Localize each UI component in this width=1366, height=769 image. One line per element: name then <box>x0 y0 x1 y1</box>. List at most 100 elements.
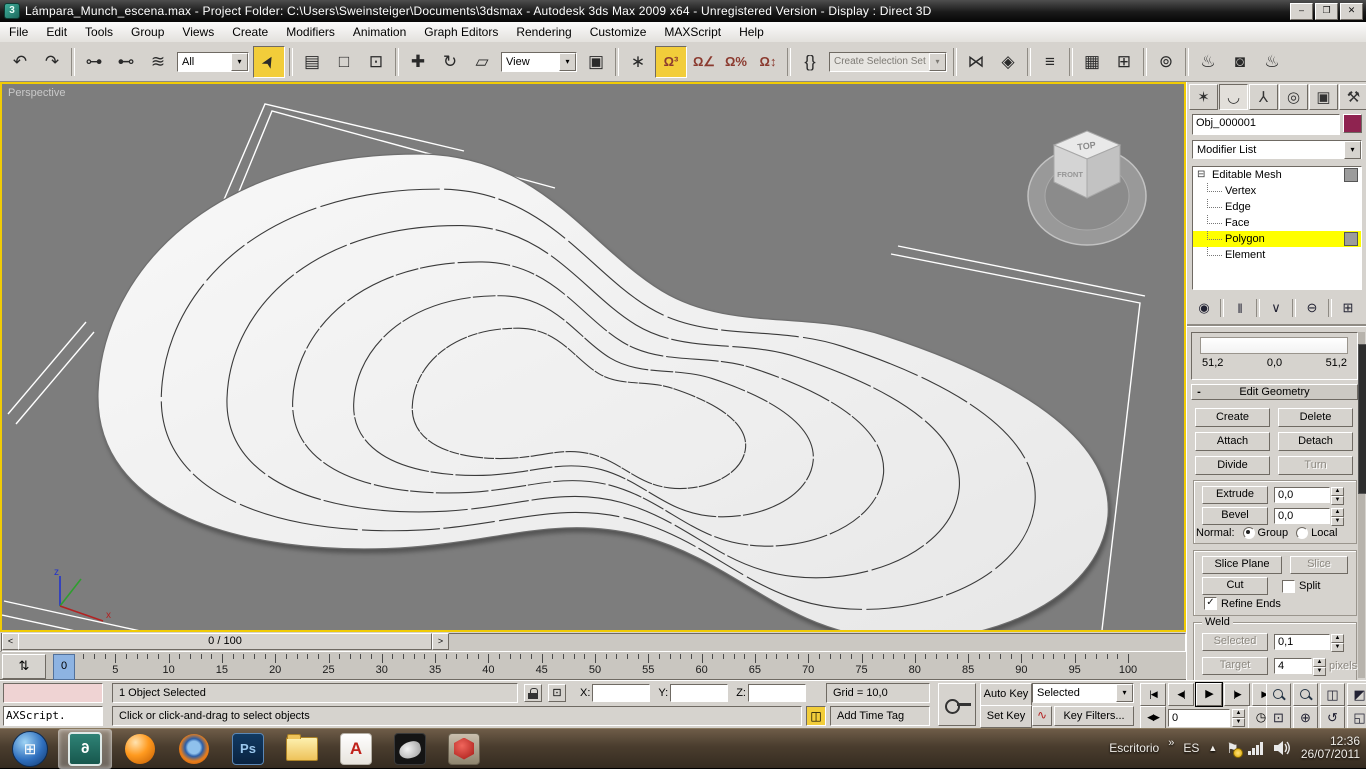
remove-modifier-icon[interactable]: ⊖ <box>1300 297 1324 319</box>
go-to-start-icon[interactable]: |◀ <box>1140 683 1166 706</box>
arc-rotate-icon[interactable]: ↺ <box>1320 706 1345 729</box>
time-slider-next-button[interactable]: > <box>432 633 449 650</box>
chevron-down-icon[interactable]: ▾ <box>1344 140 1361 159</box>
weld-threshold-field[interactable]: 0,1 <box>1274 634 1330 650</box>
tab-hierarchy-icon[interactable]: ⅄ <box>1249 84 1278 110</box>
play-icon[interactable]: ▶ <box>1195 682 1223 707</box>
weld-target-spinner[interactable]: ▲ ▼ <box>1313 658 1326 676</box>
object-name-field[interactable]: Obj_000001 <box>1192 114 1340 135</box>
stack-item-element[interactable]: Element <box>1193 246 1361 263</box>
weld-threshold-spinner[interactable]: ▲ ▼ <box>1331 634 1344 652</box>
taskbar-photoshop[interactable]: Ps <box>222 730 274 768</box>
collapse-icon[interactable]: - <box>1192 386 1206 398</box>
previous-frame-icon[interactable]: ◀| <box>1168 683 1194 706</box>
macro-recorder-box[interactable] <box>3 683 103 703</box>
create-button[interactable]: Create <box>1195 408 1270 427</box>
show-desktop-label[interactable]: Escritorio <box>1109 741 1159 755</box>
tab-modify-icon[interactable]: ◡ <box>1219 84 1248 110</box>
snap-toggle-3d-icon[interactable]: Ω³ <box>655 45 687 78</box>
stack-item-edge[interactable]: Edge <box>1193 198 1361 215</box>
extrude-spinner[interactable]: ▲ ▼ <box>1331 487 1344 505</box>
slice-plane-button[interactable]: Slice Plane <box>1202 556 1282 574</box>
select-object-icon[interactable]: ➤ <box>253 45 285 78</box>
zoom-all-icon[interactable] <box>1293 683 1318 706</box>
set-key-button[interactable]: Set Key <box>980 705 1032 728</box>
cut-button[interactable]: Cut <box>1202 577 1268 595</box>
menu-help[interactable]: Help <box>730 23 773 42</box>
language-indicator[interactable]: ES <box>1183 741 1199 755</box>
panel-scrollbar[interactable] <box>1358 332 1366 678</box>
split-checkbox[interactable] <box>1282 579 1295 593</box>
taskbar-gom-player[interactable] <box>114 730 166 768</box>
spinner-snap-icon[interactable]: Ω↕ <box>753 47 783 77</box>
bevel-value-field[interactable]: 0,0 <box>1274 508 1330 524</box>
rendered-frame-window-icon[interactable]: ◙ <box>1225 47 1255 77</box>
volume-icon[interactable] <box>1273 741 1292 755</box>
extrude-value-field[interactable]: 0,0 <box>1274 487 1330 503</box>
frame-spinner[interactable]: ▲ ▼ <box>1232 708 1245 727</box>
stack-item-polygon[interactable]: Polygon <box>1193 230 1361 247</box>
chevron-down-icon[interactable]: ▾ <box>231 52 248 71</box>
taskbar-red-app[interactable] <box>438 730 490 768</box>
weld-target-field[interactable]: 4 <box>1274 658 1312 674</box>
current-frame-handle[interactable]: 0 <box>53 654 75 680</box>
taskbar-explorer[interactable] <box>276 730 328 768</box>
frame-ruler[interactable]: 5 10 15 20 25 30 35 40 45 50 55 60 65 70 75 80 85 90 95 100 <box>0 652 1186 680</box>
render-setup-icon[interactable]: ♨ <box>1193 47 1223 77</box>
select-and-rotate-icon[interactable]: ↻ <box>435 47 465 77</box>
object-color-swatch[interactable] <box>1343 114 1362 133</box>
select-and-scale-icon[interactable]: ▱ <box>467 47 497 77</box>
zoom-extents-icon[interactable]: ◫ <box>1320 683 1345 706</box>
zoom-region-icon[interactable]: ⊡ <box>1266 706 1291 729</box>
tab-display-icon[interactable]: ▣ <box>1309 84 1338 110</box>
start-button[interactable]: ⊞ <box>4 730 56 768</box>
clock[interactable]: 12:36 26/07/2011 <box>1301 735 1360 761</box>
divide-button[interactable]: Divide <box>1195 456 1270 475</box>
layer-manager-icon[interactable]: ≡ <box>1035 47 1065 77</box>
min-max-toggle-icon[interactable]: ◱ <box>1347 706 1366 729</box>
use-pivot-point-icon[interactable]: ▣ <box>581 47 611 77</box>
select-and-link-icon[interactable]: ⊶ <box>79 47 109 77</box>
stack-item-editable-mesh[interactable]: ⊟ Editable Mesh <box>1193 167 1361 183</box>
tab-utilities-icon[interactable]: ⚒ <box>1339 84 1366 110</box>
viewcube-front-label[interactable]: FRONT <box>1057 170 1083 179</box>
select-by-name-icon[interactable]: ▤ <box>297 47 327 77</box>
next-frame-icon[interactable]: |▶ <box>1224 683 1250 706</box>
extrude-button[interactable]: Extrude <box>1202 486 1268 504</box>
mirror-icon[interactable]: ⋈ <box>961 47 991 77</box>
stack-item-vertex[interactable]: Vertex <box>1193 182 1361 199</box>
align-icon[interactable]: ◈ <box>993 47 1023 77</box>
create-selection-set-input[interactable]: Create Selection Set ▾ <box>829 51 947 72</box>
chevron-down-icon[interactable]: ▾ <box>929 52 946 71</box>
bind-to-space-warp-icon[interactable]: ≋ <box>143 47 173 77</box>
menu-animation[interactable]: Animation <box>344 23 415 42</box>
time-slider-prev-button[interactable]: < <box>2 633 19 650</box>
time-slider-handle[interactable]: 0 / 100 <box>18 633 432 650</box>
pan-view-icon[interactable]: ⊕ <box>1293 706 1318 729</box>
show-hidden-icons[interactable]: ▲ <box>1208 743 1217 753</box>
bevel-spinner[interactable]: ▲ ▼ <box>1331 508 1344 526</box>
window-crossing-icon[interactable]: ⊡ <box>361 47 391 77</box>
zoom-icon[interactable] <box>1266 683 1291 706</box>
menu-views[interactable]: Views <box>173 23 223 42</box>
unlink-selection-icon[interactable]: ⊷ <box>111 47 141 77</box>
network-signal-icon[interactable] <box>1247 741 1265 755</box>
refine-ends-checkbox[interactable]: ✓ <box>1204 597 1217 610</box>
select-and-move-icon[interactable]: ✚ <box>403 47 433 77</box>
curve-editor-icon[interactable]: ▦ <box>1077 47 1107 77</box>
redo-icon[interactable]: ↷ <box>37 47 67 77</box>
zoom-extents-all-icon[interactable]: ◩ <box>1347 683 1366 706</box>
menu-customize[interactable]: Customize <box>581 23 656 42</box>
perspective-viewport[interactable]: Perspective TOP FRONT z x <box>0 82 1186 632</box>
quick-render-icon[interactable]: ♨ <box>1257 47 1287 77</box>
absolute-mode-icon[interactable]: ⊡ <box>548 684 566 702</box>
taskbar-rhino[interactable] <box>384 730 436 768</box>
x-coordinate-field[interactable] <box>592 684 651 702</box>
normal-group-radio[interactable] <box>1242 527 1255 539</box>
current-frame-field[interactable]: 0 <box>1168 708 1230 727</box>
normal-group-label[interactable]: Group <box>1258 527 1289 539</box>
delete-button[interactable]: Delete <box>1278 408 1353 427</box>
z-coordinate-field[interactable] <box>747 684 806 702</box>
auto-key-button[interactable]: Auto Key <box>980 683 1032 706</box>
chevron-down-icon[interactable]: ▾ <box>1116 684 1133 702</box>
